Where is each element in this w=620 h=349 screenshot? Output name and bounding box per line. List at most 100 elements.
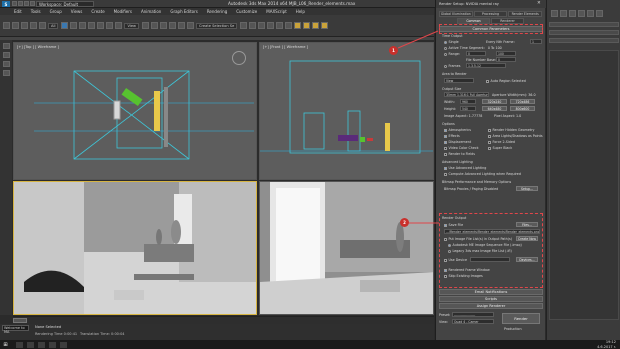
- preset-320x240-button[interactable]: 320x240: [482, 99, 507, 104]
- window-crossing-icon[interactable]: [88, 22, 96, 29]
- taskbar-app-icon[interactable]: [49, 341, 56, 348]
- undo-icon[interactable]: [3, 22, 10, 29]
- menu-item-rendering[interactable]: Rendering: [207, 9, 227, 14]
- taskbar-app-icon[interactable]: [27, 341, 34, 348]
- select-object-icon[interactable]: [61, 22, 69, 29]
- preset-dropdown[interactable]: -------------------: [452, 312, 494, 317]
- height-field[interactable]: 540: [460, 106, 476, 111]
- video-color-checkbox[interactable]: Video Color Check: [444, 146, 479, 150]
- scale-icon[interactable]: [115, 22, 123, 29]
- timeline-slider[interactable]: [13, 316, 434, 324]
- workspace-dropdown[interactable]: Workspace: Default: [36, 1, 94, 7]
- layer-manager-icon[interactable]: [258, 22, 266, 29]
- tab-global-illumination[interactable]: Global Illumination: [439, 10, 473, 17]
- files-button[interactable]: Files...: [516, 222, 538, 227]
- tab-renderer[interactable]: Renderer: [491, 17, 524, 24]
- create-tab-icon[interactable]: [551, 10, 558, 17]
- hierarchy-tab-icon[interactable]: [569, 10, 576, 17]
- maxscript-listener[interactable]: Welcome to MA: [2, 325, 29, 334]
- menu-item-tools[interactable]: Tools: [31, 9, 41, 14]
- schematic-view-icon[interactable]: [285, 22, 293, 29]
- range-radio[interactable]: Range:: [444, 52, 460, 56]
- super-black-checkbox[interactable]: Super Black: [488, 146, 512, 150]
- render-hidden-checkbox[interactable]: Render Hidden Geometry: [488, 128, 534, 132]
- viewport-tool-icon[interactable]: [2, 61, 10, 67]
- effects-checkbox[interactable]: Effects: [444, 134, 460, 138]
- tab-common[interactable]: Common: [457, 17, 490, 24]
- move-icon[interactable]: [97, 22, 105, 29]
- single-radio[interactable]: Single: [444, 40, 459, 44]
- create-now-button[interactable]: Create Now: [516, 236, 538, 241]
- menu-item-animation[interactable]: Animation: [141, 9, 161, 14]
- viewport-tool-icon[interactable]: [2, 70, 10, 76]
- compute-advanced-checkbox[interactable]: Compute Advanced Lighting when Required: [444, 172, 521, 176]
- viewport-tool-icon[interactable]: [2, 43, 10, 49]
- active-segment-radio[interactable]: Active Time Segment: 0 To 100: [444, 46, 502, 50]
- assign-renderer-rollout[interactable]: Assign Renderer: [439, 303, 543, 309]
- command-panel-row[interactable]: [549, 30, 619, 35]
- time-slider-handle[interactable]: [13, 318, 27, 323]
- output-size-dropdown[interactable]: 35mm 1.316:1 Full Aperture (cine): [444, 92, 489, 97]
- atmospherics-checkbox[interactable]: Atmospherics: [444, 128, 471, 132]
- viewport-perspective[interactable]: [+] [Perspective ] [ Realistic ]: [13, 181, 257, 315]
- legacy-seq-radio[interactable]: Legacy 3ds max Image File List (.ifl): [448, 249, 512, 253]
- menu-item-views[interactable]: Views: [71, 9, 83, 14]
- snaps-toggle-icon[interactable]: [160, 22, 167, 29]
- frames-radio[interactable]: Frames: [444, 64, 461, 68]
- area-dropdown[interactable]: View: [444, 78, 474, 83]
- menu-item-maxscript[interactable]: MAXScript: [266, 9, 287, 14]
- command-panel-row[interactable]: [549, 38, 619, 43]
- render-setup-icon[interactable]: [303, 22, 311, 29]
- rotate-icon[interactable]: [106, 22, 114, 29]
- output-path-field[interactable]: ...\Render_elements\Render_elements\Rend…: [444, 229, 540, 234]
- close-icon[interactable]: ✕: [537, 1, 543, 7]
- auto-region-checkbox[interactable]: Auto Region Selected: [486, 79, 526, 83]
- save-file-checkbox[interactable]: Save File: [444, 223, 463, 227]
- scripts-rollout[interactable]: Scripts: [439, 296, 543, 302]
- force-2sided-checkbox[interactable]: Force 2-Sided: [488, 140, 515, 144]
- frames-field[interactable]: 1,3,5-12: [466, 63, 506, 68]
- viewcube-icon[interactable]: [232, 51, 246, 65]
- select-manipulate-icon[interactable]: [151, 22, 158, 29]
- taskbar-clock[interactable]: 19:12 4.6.2017 r.: [597, 340, 616, 349]
- tab-processing[interactable]: Processing: [473, 10, 508, 17]
- named-selection-sets-dropdown[interactable]: Create Selection Se: [196, 22, 238, 29]
- pivot-center-icon[interactable]: [142, 22, 149, 29]
- area-lights-checkbox[interactable]: Area Lights/Shadows as Points: [488, 134, 543, 138]
- graphite-toggle-icon[interactable]: [267, 22, 275, 29]
- select-by-name-icon[interactable]: [70, 22, 78, 29]
- spinner-snap-icon[interactable]: [187, 22, 194, 29]
- motion-tab-icon[interactable]: [578, 10, 585, 17]
- viewport-top[interactable]: [+] [Top ] [ Wireframe ]: [13, 42, 257, 180]
- device-field[interactable]: [470, 257, 510, 262]
- menu-item-group[interactable]: Group: [50, 9, 62, 14]
- utilities-tab-icon[interactable]: [596, 10, 603, 17]
- put-image-checkbox[interactable]: Put Image File List(s) in Output Path(s): [444, 237, 512, 241]
- material-editor-icon[interactable]: [294, 22, 302, 29]
- render-button[interactable]: Render: [502, 313, 540, 324]
- displacement-checkbox[interactable]: Displacement: [444, 140, 471, 144]
- email-notifications-rollout[interactable]: Email Notifications: [439, 289, 543, 295]
- devices-button[interactable]: Devices...: [516, 257, 538, 262]
- every-nth-field[interactable]: 1: [530, 39, 542, 44]
- rendered-frame-window-checkbox[interactable]: Rendered Frame Window: [444, 268, 490, 272]
- angle-snap-icon[interactable]: [169, 22, 176, 29]
- bind-space-warp-icon[interactable]: [39, 22, 46, 29]
- mirror-icon[interactable]: [240, 22, 248, 29]
- viewport-camera[interactable]: [+] [Camera001 ] [ Realistic ]: [259, 181, 434, 315]
- unlink-icon[interactable]: [30, 22, 37, 29]
- preset-720x486-button[interactable]: 720x486: [510, 99, 535, 104]
- curve-editor-icon[interactable]: [276, 22, 284, 29]
- app-logo-icon[interactable]: S: [2, 1, 10, 7]
- new-file-icon[interactable]: [12, 1, 17, 6]
- autodesk-seq-radio[interactable]: Autodesk ME Image Sequence File (.imsq): [448, 243, 522, 247]
- selection-filter-dropdown[interactable]: All: [48, 22, 59, 29]
- taskbar-app-icon[interactable]: [38, 341, 45, 348]
- save-file-icon[interactable]: [24, 1, 29, 6]
- range-from-field[interactable]: 0: [466, 51, 486, 56]
- setup-button[interactable]: Setup...: [516, 186, 538, 191]
- align-icon[interactable]: [249, 22, 257, 29]
- use-advanced-checkbox[interactable]: Use Advanced Lighting: [444, 166, 486, 170]
- menu-item-create[interactable]: Create: [91, 9, 104, 14]
- undo-icon[interactable]: [30, 1, 35, 6]
